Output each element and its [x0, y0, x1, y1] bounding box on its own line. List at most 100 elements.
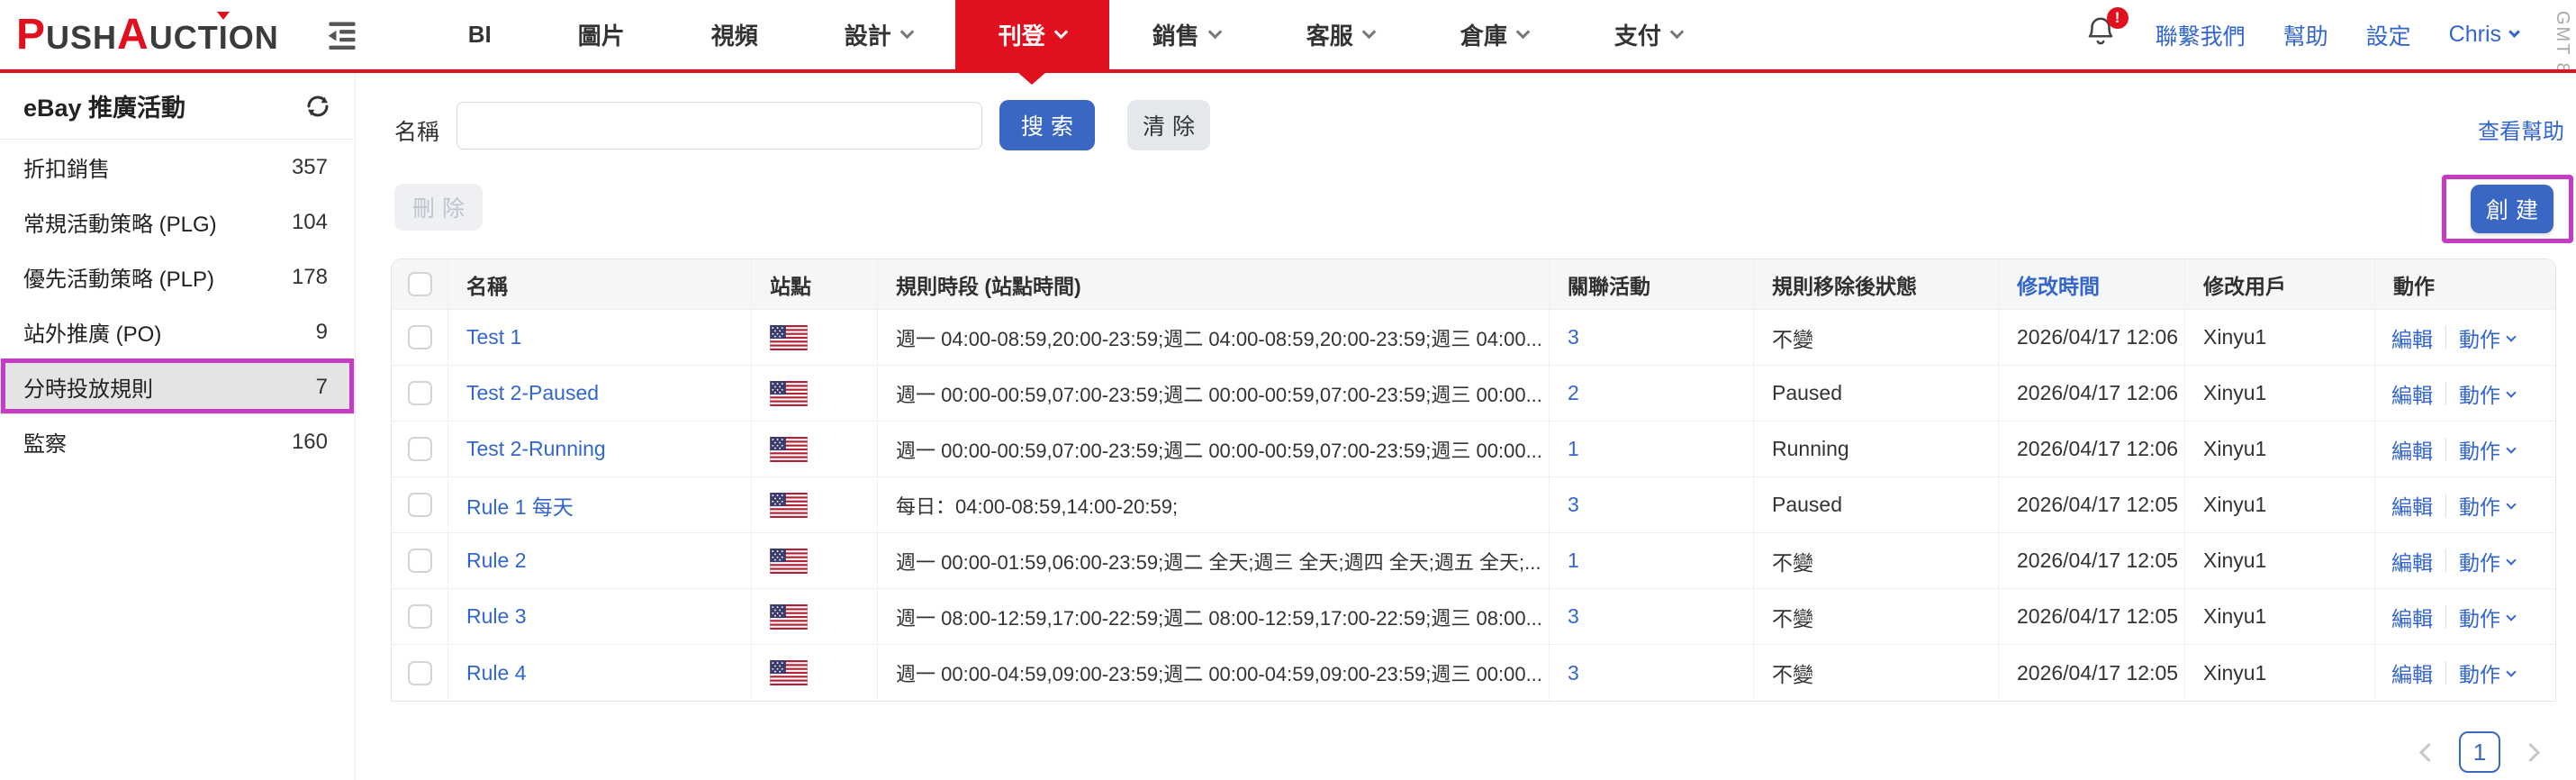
- edit-link[interactable]: 編輯: [2391, 602, 2433, 632]
- logo-letters: ON: [229, 19, 279, 57]
- header-modified-sort[interactable]: 修改時間: [1999, 259, 2185, 310]
- sidebar-header: eBay 推廣活動: [0, 73, 355, 140]
- modified-user: Xinyu1: [2185, 422, 2375, 477]
- chevron-down-icon: [899, 25, 914, 40]
- help-link[interactable]: 幫助: [2283, 19, 2328, 51]
- modified-time: 2026/04/17 12:05: [1999, 645, 2185, 701]
- modified-time: 2026/04/17 12:05: [1999, 477, 2185, 533]
- name-filter-label: 名稱: [394, 114, 439, 147]
- chevron-down-icon: [2506, 611, 2516, 621]
- name-search-input[interactable]: [456, 102, 982, 150]
- action-menu-link[interactable]: 動作: [2459, 378, 2515, 409]
- prev-page-icon[interactable]: [2419, 742, 2438, 761]
- chevron-down-icon: [2506, 443, 2516, 453]
- top-navbar: PUSHAUCTION BI 圖片 視頻 設計 刊登 銷售 客服 倉庫 支付: [0, 0, 2576, 69]
- select-all-checkbox[interactable]: [408, 272, 432, 296]
- header-site: 站點: [752, 259, 878, 310]
- edit-link[interactable]: 編輯: [2391, 378, 2433, 409]
- brand-logo[interactable]: PUSHAUCTION: [16, 10, 279, 59]
- modified-user: Xinyu1: [2185, 533, 2375, 589]
- item-count: 178: [292, 265, 328, 290]
- nav-item-customer-service[interactable]: 客服: [1263, 0, 1417, 69]
- rule-name-link[interactable]: Rule 4: [466, 661, 526, 685]
- next-page-icon[interactable]: [2521, 742, 2540, 761]
- edit-link[interactable]: 編輯: [2391, 322, 2433, 353]
- edit-link[interactable]: 編輯: [2391, 434, 2433, 465]
- nav-item-bi[interactable]: BI: [425, 0, 535, 69]
- user-menu[interactable]: Chris: [2449, 22, 2518, 48]
- active-tab-pointer: [1017, 72, 1046, 85]
- nav-item-listing-active[interactable]: 刊登: [955, 0, 1109, 69]
- nav-item-video[interactable]: 視頻: [668, 0, 801, 69]
- rule-name-link[interactable]: Rule 1 每天: [466, 490, 574, 521]
- related-campaigns-link[interactable]: 1: [1568, 549, 1579, 573]
- row-checkbox[interactable]: [408, 325, 432, 349]
- chevron-down-icon: [1362, 25, 1377, 40]
- sidebar-item-plp[interactable]: 優先活動策略 (PLP)178: [0, 249, 355, 304]
- nav-item-sales[interactable]: 銷售: [1109, 0, 1263, 69]
- edit-link[interactable]: 編輯: [2391, 546, 2433, 576]
- sidebar-item-plg[interactable]: 常規活動策略 (PLG)104: [0, 195, 355, 249]
- action-menu-link[interactable]: 動作: [2459, 490, 2515, 521]
- related-campaigns-link[interactable]: 3: [1568, 493, 1579, 517]
- create-button[interactable]: 創建: [2471, 185, 2553, 233]
- delete-button[interactable]: 刪除: [394, 184, 483, 231]
- view-help-link[interactable]: 查看幫助: [2478, 113, 2564, 145]
- related-campaigns-link[interactable]: 3: [1568, 604, 1579, 629]
- rule-status: Running: [1754, 422, 1999, 477]
- action-menu-link[interactable]: 動作: [2459, 602, 2515, 632]
- sidebar-item-discount-sales[interactable]: 折扣銷售357: [0, 140, 355, 195]
- related-campaigns-link[interactable]: 2: [1568, 381, 1579, 405]
- related-campaigns-link[interactable]: 1: [1568, 437, 1579, 461]
- sidebar-item-po[interactable]: 站外推廣 (PO)9: [0, 304, 355, 359]
- notification-bell-icon[interactable]: !: [2083, 14, 2118, 55]
- sidebar: eBay 推廣活動 折扣銷售357 常規活動策略 (PLG)104 優先活動策略…: [0, 73, 356, 780]
- clear-button[interactable]: 清除: [1127, 100, 1210, 150]
- us-flag-icon: [770, 493, 808, 518]
- chevron-down-icon: [2508, 26, 2520, 38]
- row-checkbox[interactable]: [408, 493, 432, 517]
- rule-name-link[interactable]: Rule 2: [466, 549, 526, 573]
- nav-item-warehouse[interactable]: 倉庫: [1417, 0, 1571, 69]
- row-checkbox[interactable]: [408, 604, 432, 629]
- nav-item-design[interactable]: 設計: [801, 0, 955, 69]
- rule-period: 週一 04:00-08:59,20:00-23:59;週二 04:00-08:5…: [878, 310, 1550, 366]
- rule-period: 週一 00:00-01:59,06:00-23:59;週二 全天;週三 全天;週…: [878, 533, 1550, 589]
- row-checkbox[interactable]: [408, 437, 432, 461]
- rule-name-link[interactable]: Test 2-Paused: [466, 381, 599, 405]
- action-menu-link[interactable]: 動作: [2459, 658, 2515, 688]
- search-button[interactable]: 搜索: [999, 100, 1095, 150]
- edit-link[interactable]: 編輯: [2391, 490, 2433, 521]
- nav-item-payment[interactable]: 支付: [1571, 0, 1725, 69]
- refresh-icon[interactable]: [304, 93, 331, 120]
- header-name: 名稱: [448, 259, 752, 310]
- related-campaigns-link[interactable]: 3: [1568, 325, 1579, 349]
- chevron-down-icon: [2506, 387, 2516, 397]
- menu-fold-icon[interactable]: [326, 21, 358, 50]
- page-number-button[interactable]: 1: [2459, 731, 2500, 773]
- table-row: Test 2-Running 週一 00:00-00:59,07:00-23:5…: [392, 422, 2555, 477]
- row-checkbox[interactable]: [408, 661, 432, 685]
- chevron-down-icon: [2506, 667, 2516, 676]
- settings-link[interactable]: 設定: [2366, 19, 2411, 51]
- row-checkbox[interactable]: [408, 381, 432, 405]
- sidebar-item-time-rules-selected[interactable]: 分時投放規則7: [0, 359, 355, 414]
- row-checkbox[interactable]: [408, 549, 432, 573]
- rule-status: 不變: [1754, 533, 1999, 589]
- rule-name-link[interactable]: Test 2-Running: [466, 437, 606, 461]
- related-campaigns-link[interactable]: 3: [1568, 661, 1579, 685]
- table-row: Test 1 週一 04:00-08:59,20:00-23:59;週二 04:…: [392, 310, 2555, 366]
- nav-item-images[interactable]: 圖片: [535, 0, 668, 69]
- rule-name-link[interactable]: Test 1: [466, 325, 521, 349]
- nav-accent-line: [0, 69, 2576, 73]
- edit-link[interactable]: 編輯: [2391, 658, 2433, 688]
- main-nav: BI 圖片 視頻 設計 刊登 銷售 客服 倉庫 支付: [425, 0, 1725, 69]
- action-menu-link[interactable]: 動作: [2459, 546, 2515, 576]
- contact-us-link[interactable]: 聯繫我們: [2156, 19, 2246, 51]
- rule-name-link[interactable]: Rule 3: [466, 604, 526, 629]
- action-menu-link[interactable]: 動作: [2459, 322, 2515, 353]
- action-menu-link[interactable]: 動作: [2459, 434, 2515, 465]
- sidebar-title: eBay 推廣活動: [23, 88, 185, 123]
- divider: [2445, 549, 2446, 573]
- sidebar-item-monitor[interactable]: 監察160: [0, 414, 355, 469]
